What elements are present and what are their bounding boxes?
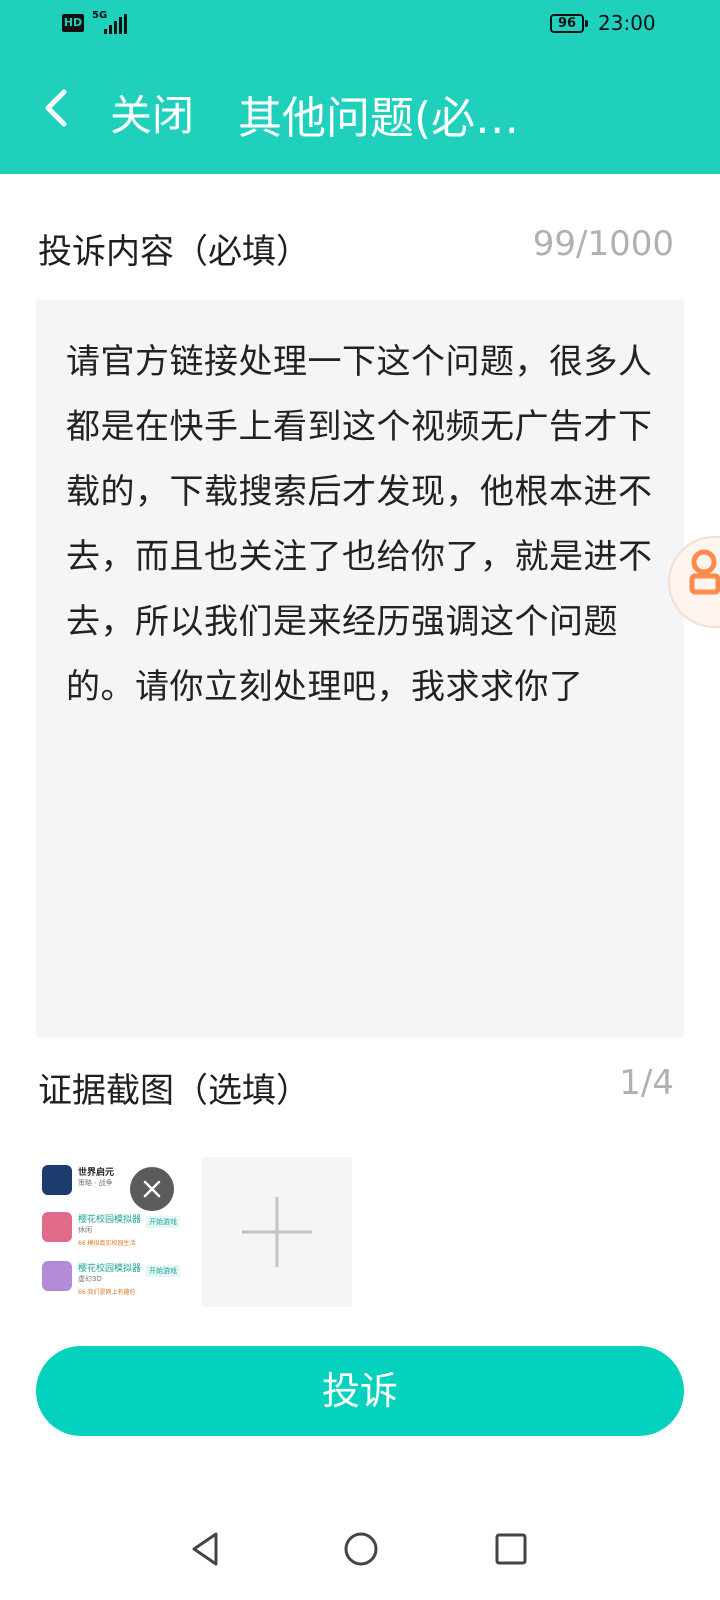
thumb-app-row: 樱花校园模拟器 虚幻3D 开始游戏 66 我们是网上有趣的	[42, 1261, 186, 1301]
thumb-app-note: 66 模拟真实校园生活	[78, 1240, 136, 1247]
thumb-app-name: 樱花校园模拟器	[78, 1215, 142, 1225]
thumb-app-name: 樱花校园模拟器	[78, 1264, 142, 1274]
thumb-app-sub: 休闲	[78, 1226, 92, 1234]
complaint-textarea[interactable]: 请官方链接处理一下这个问题，很多人都是在快手上看到这个视频无广告才下载的，下载搜…	[36, 300, 684, 1038]
nav-recents-icon[interactable]	[494, 1532, 528, 1566]
complaint-content-label: 投诉内容（必填）	[38, 232, 310, 272]
status-bar: HD 5G 96 23:00	[0, 0, 720, 50]
thumb-app-sub: 策略 · 战争	[78, 1179, 113, 1187]
floating-reward-icon[interactable]	[668, 536, 720, 628]
thumb-app-name: 世界启元	[78, 1168, 115, 1178]
plus-icon	[242, 1197, 312, 1267]
remove-screenshot-button[interactable]	[130, 1167, 174, 1211]
close-button[interactable]: 关闭	[110, 82, 194, 143]
thumb-app-button: 开始游戏	[146, 1265, 180, 1277]
thumb-app-sub: 虚幻3D	[78, 1275, 102, 1283]
evidence-label: 证据截图（选填）	[38, 1071, 310, 1111]
back-button[interactable]	[40, 86, 80, 130]
app-header: HD 5G 96 23:00 关闭 其他问题(必…	[0, 0, 720, 174]
app-icon	[42, 1165, 72, 1195]
status-time: 23:00	[598, 11, 656, 35]
battery-icon: 96	[550, 14, 588, 33]
char-counter: 99/1000	[532, 224, 674, 264]
page-title: 其他问题(必…	[238, 93, 520, 144]
hd-badge: HD	[62, 14, 84, 32]
thumb-app-note: 66 我们是网上有趣的	[78, 1289, 136, 1296]
evidence-counter: 1/4	[619, 1063, 674, 1103]
signal-icon	[104, 14, 128, 34]
system-nav-bar	[0, 1520, 720, 1600]
complaint-text: 请官方链接处理一下这个问题，很多人都是在快手上看到这个视频无广告才下载的，下载搜…	[66, 342, 653, 707]
thumb-app-row: 樱花校园模拟器 休闲 开始游戏 66 模拟真实校园生活	[42, 1212, 186, 1252]
add-screenshot-button[interactable]	[202, 1157, 352, 1307]
nav-home-icon[interactable]	[342, 1530, 380, 1568]
thumb-app-button: 开始游戏	[146, 1216, 180, 1228]
app-icon	[42, 1212, 72, 1242]
nav-back-icon[interactable]	[188, 1530, 222, 1568]
submit-complaint-button[interactable]: 投诉	[36, 1346, 684, 1436]
app-icon	[42, 1261, 72, 1291]
remove-x-icon	[143, 1180, 161, 1198]
back-chevron-icon	[45, 89, 67, 127]
